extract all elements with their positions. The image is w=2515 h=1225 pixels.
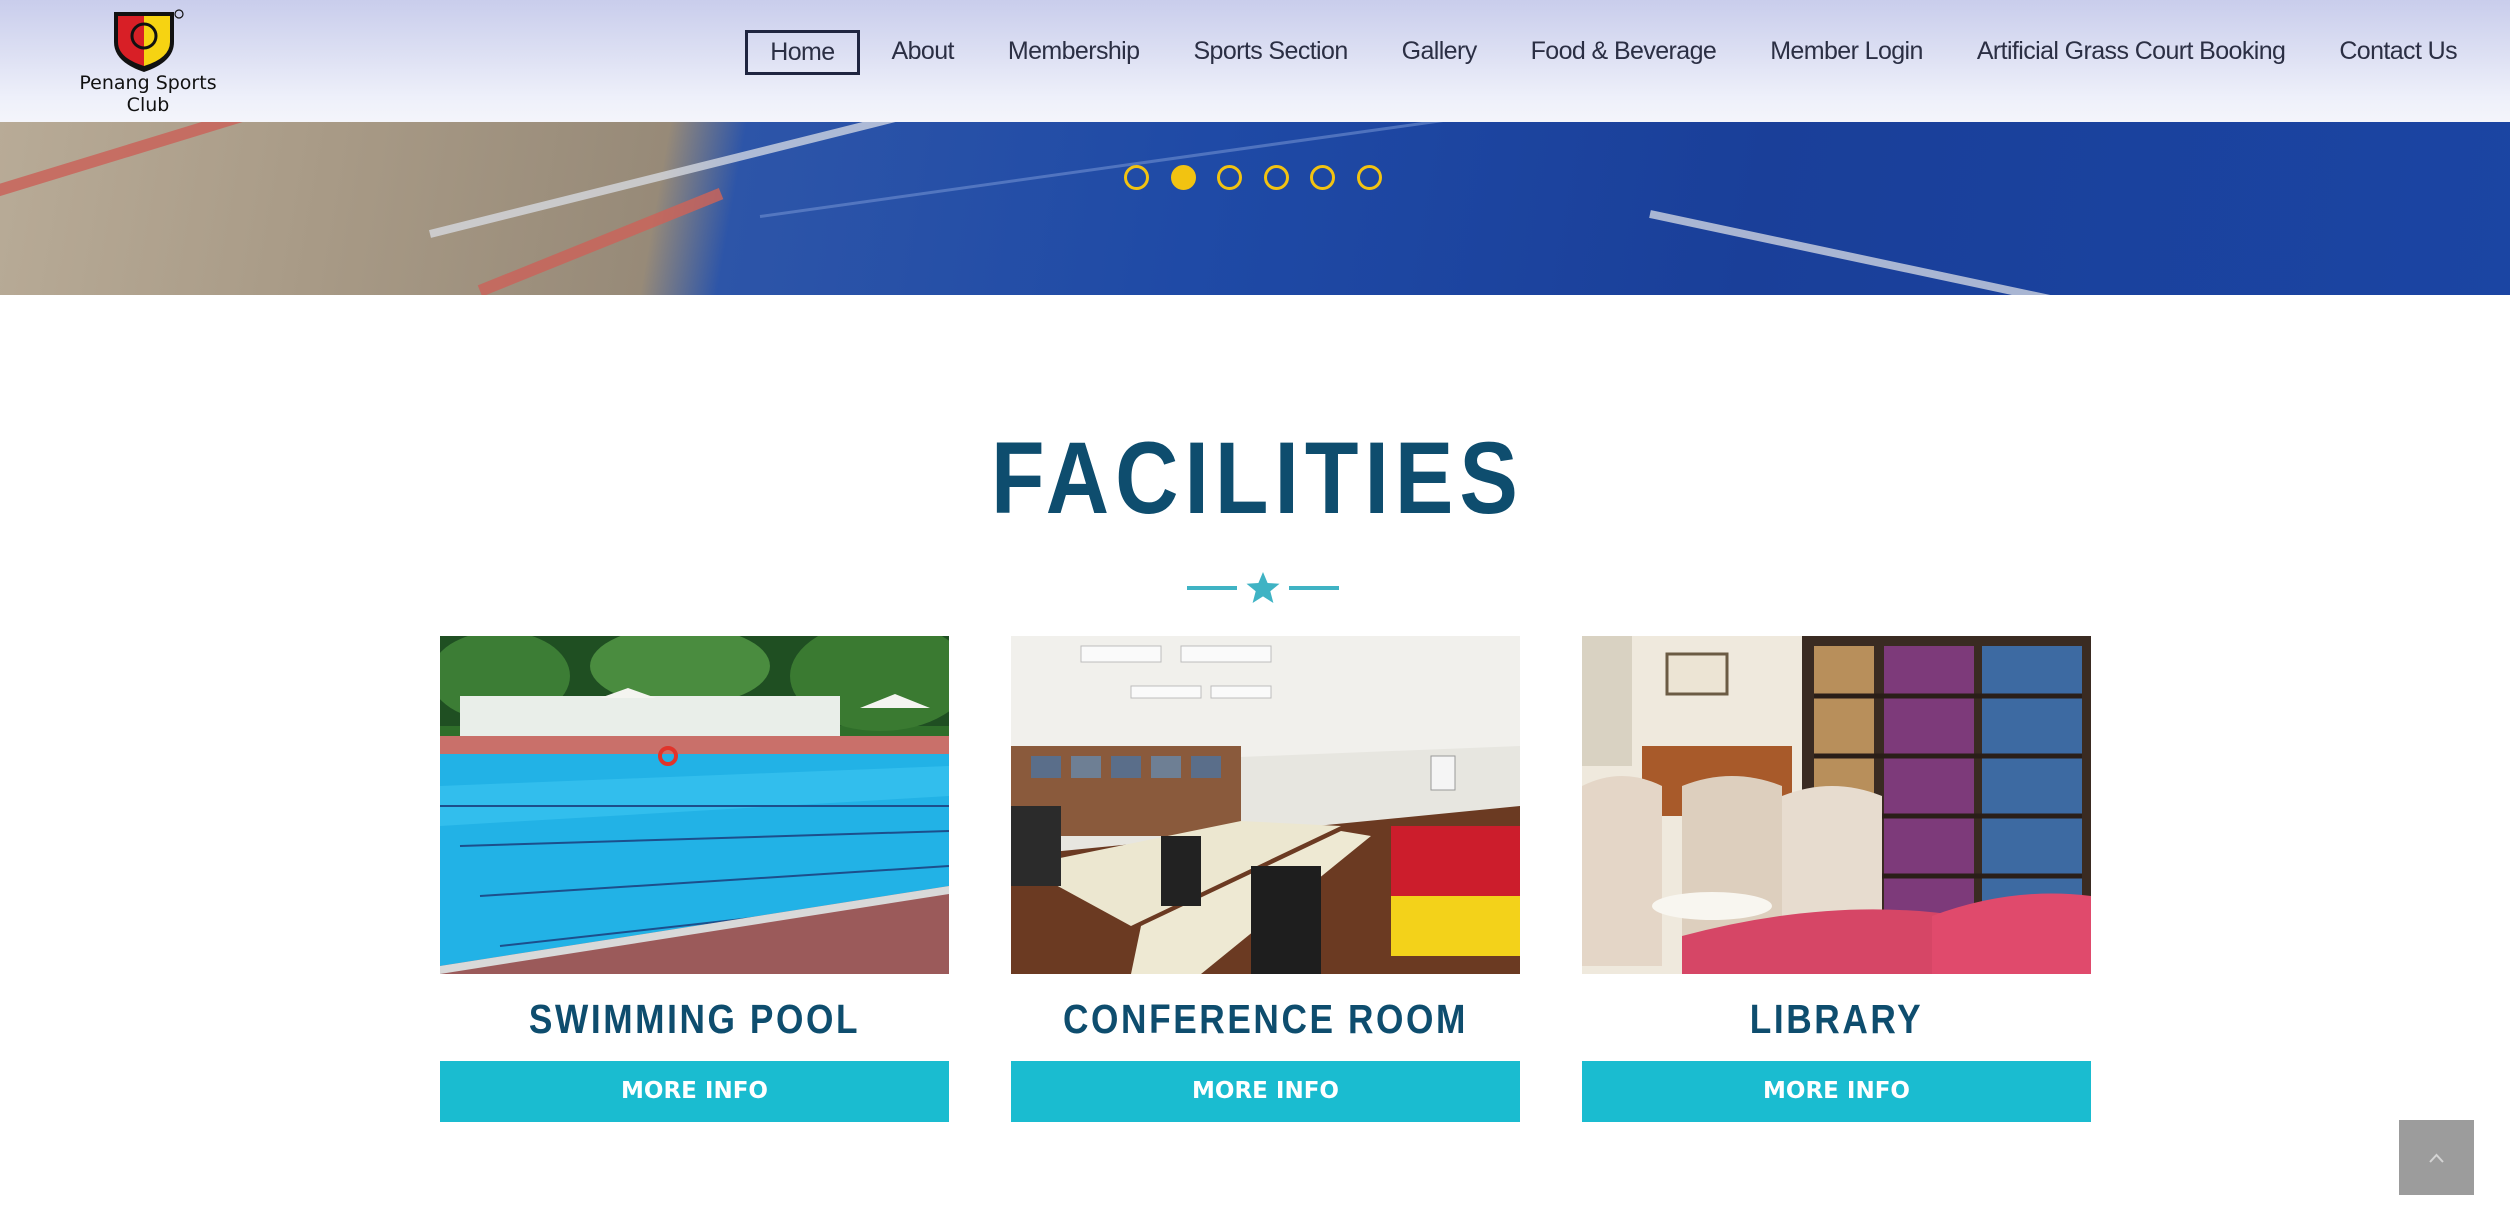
nav-contact-us[interactable]: Contact Us <box>2312 30 2484 75</box>
slider-dot[interactable] <box>1310 165 1335 190</box>
main-nav: Home About Membership Sports Section Gal… <box>745 30 2484 75</box>
facility-card-conference-room: CONFERENCE ROOM MORE INFO <box>1011 636 1520 1122</box>
crest-icon <box>114 9 184 72</box>
nav-food-beverage[interactable]: Food & Beverage <box>1504 30 1744 75</box>
facility-card-swimming-pool: SWIMMING POOL MORE INFO <box>440 636 949 1122</box>
nav-court-booking[interactable]: Artificial Grass Court Booking <box>1950 30 2313 75</box>
nav-membership[interactable]: Membership <box>981 30 1167 75</box>
slider-dot-active[interactable] <box>1170 165 1196 190</box>
swimming-pool-more-info-button[interactable]: MORE INFO <box>440 1061 949 1122</box>
club-logo[interactable]: Penang Sports Club <box>58 8 238 116</box>
page: Penang Sports Club Home About Membership… <box>0 0 2515 1225</box>
facilities-title: FACILITIES <box>991 421 1524 535</box>
nav-gallery[interactable]: Gallery <box>1375 30 1504 75</box>
slider-dot[interactable] <box>1356 165 1382 190</box>
nav-home[interactable]: Home <box>745 30 860 75</box>
slider-dot[interactable] <box>1217 165 1242 190</box>
divider-line-right <box>1289 586 1339 590</box>
nav-member-login[interactable]: Member Login <box>1743 30 1950 75</box>
conference-room-more-info-button[interactable]: MORE INFO <box>1011 1061 1520 1122</box>
nav-sports-section[interactable]: Sports Section <box>1166 30 1374 75</box>
conference-room-photo[interactable] <box>1011 636 1520 974</box>
slider-dot[interactable] <box>1124 165 1149 190</box>
slider-dot[interactable] <box>1263 165 1289 190</box>
swimming-pool-photo[interactable] <box>440 636 949 974</box>
swimming-pool-title: SWIMMING POOL <box>528 996 861 1042</box>
facility-card-library: LIBRARY MORE INFO <box>1582 636 2091 1122</box>
back-to-top-button[interactable] <box>2399 1120 2474 1195</box>
library-title: LIBRARY <box>1749 996 1924 1042</box>
conference-room-title: CONFERENCE ROOM <box>1062 996 1469 1042</box>
chevron-up-icon <box>2429 1153 2444 1163</box>
logo-text: Penang Sports Club <box>79 72 217 116</box>
site-header: Penang Sports Club Home About Membership… <box>0 0 2510 122</box>
star-icon <box>1246 572 1280 603</box>
nav-about[interactable]: About <box>865 30 981 75</box>
library-more-info-button[interactable]: MORE INFO <box>1582 1061 2091 1122</box>
library-photo[interactable] <box>1582 636 2091 974</box>
title-divider <box>1187 572 1339 603</box>
slider-pagination <box>1124 165 1403 190</box>
divider-line-left <box>1187 586 1237 590</box>
